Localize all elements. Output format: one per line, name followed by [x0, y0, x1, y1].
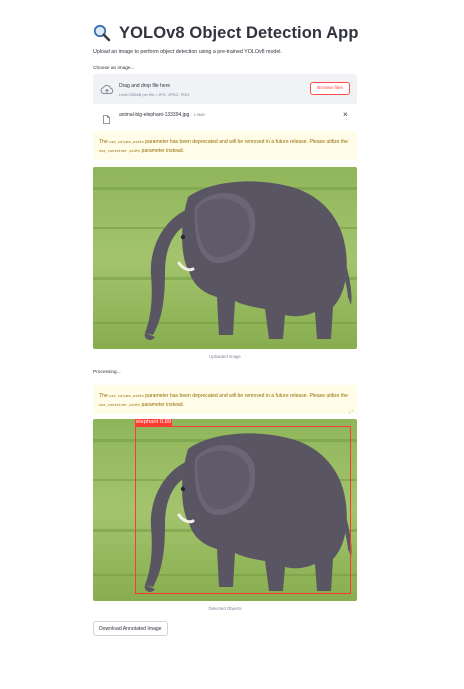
uploaded-image	[93, 167, 357, 349]
deprecation-warning: The use_column_width parameter has been …	[93, 385, 357, 414]
file-name: animal-big-elephant-133394.jpg 1.5MB	[119, 112, 205, 118]
page-header: YOLOv8 Object Detection App	[93, 22, 359, 44]
warning-text: parameter instead.	[140, 148, 184, 154]
detected-objects-caption: Detected Objects	[208, 606, 242, 611]
file-icon	[103, 111, 110, 124]
warning-text: parameter has been deprecated and will b…	[143, 393, 348, 399]
warning-code: use_column_width	[109, 394, 144, 398]
file-size: 1.5MB	[193, 112, 205, 117]
warning-text: parameter instead.	[140, 402, 184, 408]
warning-text: The	[99, 139, 110, 145]
cloud-upload-icon	[100, 83, 114, 95]
dropzone-title: Drag and drop file here	[119, 83, 171, 89]
magnifying-glass-icon	[93, 24, 111, 42]
browse-files-button[interactable]: Browse files	[310, 82, 350, 95]
download-annotated-image-button[interactable]: Download Annotated Image	[93, 621, 168, 636]
warning-code: use_column_width	[109, 140, 144, 144]
uploaded-file-row: animal-big-elephant-133394.jpg 1.5MB ×	[93, 109, 357, 124]
warning-code: use_container_width	[99, 149, 141, 153]
warning-text: The	[99, 393, 110, 399]
dropzone-limit: Limit 200MB per file • JPG, JPEG, PNG	[119, 92, 190, 97]
processing-status: Processing...	[93, 370, 121, 375]
detection-label: elephant 0.89	[135, 419, 173, 426]
detection-bounding-box	[135, 426, 351, 594]
deprecation-warning: The use_column_width parameter has been …	[93, 131, 357, 160]
file-dropzone[interactable]: Drag and drop file here Limit 200MB per …	[93, 74, 357, 104]
page-title: YOLOv8 Object Detection App	[119, 23, 359, 42]
file-name-text: animal-big-elephant-133394.jpg	[119, 112, 190, 118]
fullscreen-icon[interactable]: ⤢	[347, 408, 355, 416]
page-subtitle: Upload an image to perform object detect…	[93, 49, 282, 55]
remove-file-close-icon[interactable]: ×	[343, 110, 348, 120]
warning-code: use_container_width	[99, 403, 141, 407]
uploader-label: Choose an image...	[93, 66, 135, 71]
warning-text: parameter has been deprecated and will b…	[143, 139, 348, 145]
annotated-image: elephant 0.89	[93, 419, 357, 601]
uploaded-image-caption: Uploaded Image	[209, 354, 241, 359]
